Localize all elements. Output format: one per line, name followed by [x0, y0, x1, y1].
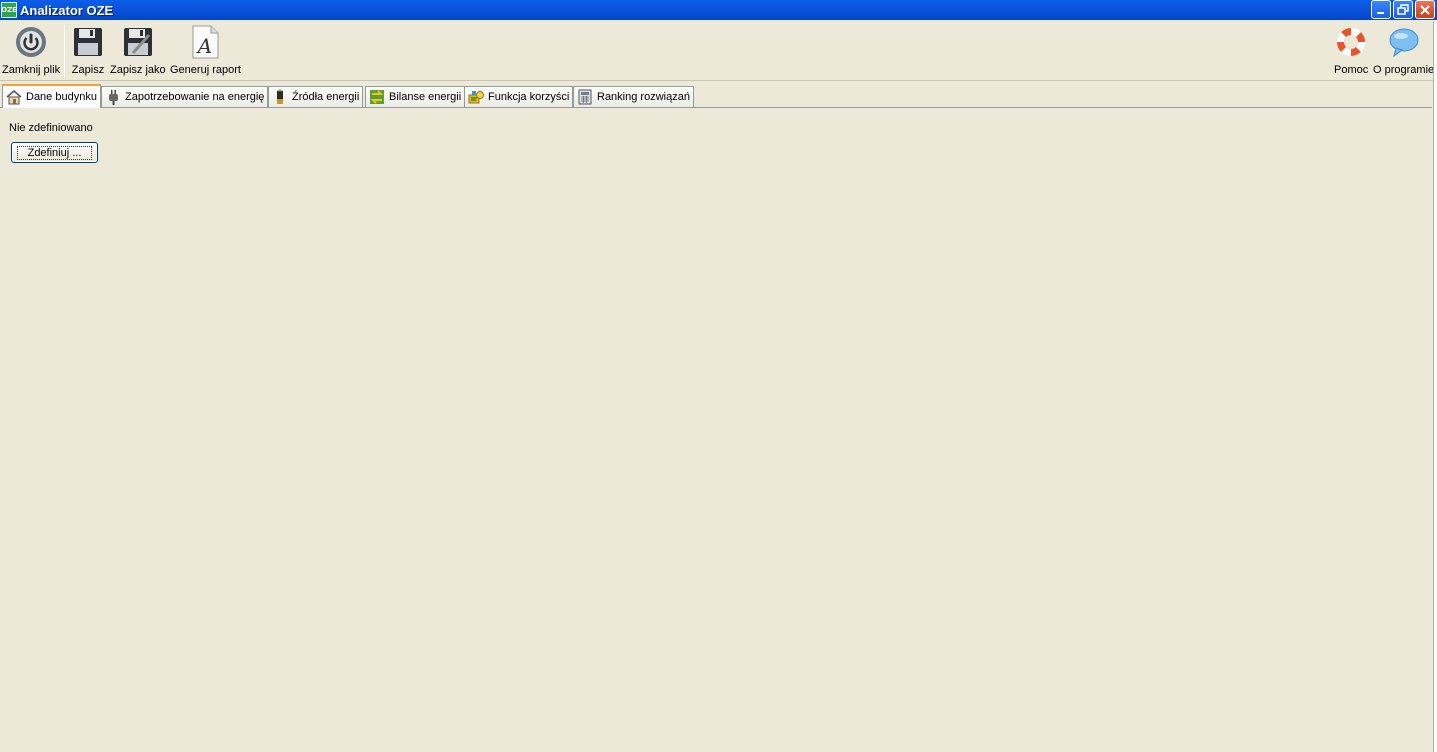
close-file-label: Zamknij plik	[2, 64, 61, 76]
tab-panel-dane-budynku	[0, 107, 1432, 752]
restore-icon	[1397, 3, 1409, 15]
close-icon	[1420, 4, 1430, 15]
battery-icon	[272, 89, 288, 105]
app-logo: OZE	[1, 2, 17, 18]
tab-label: Bilanse energii	[389, 91, 462, 103]
toolbar-separator	[64, 25, 65, 77]
help-label: Pomoc	[1334, 64, 1369, 76]
plug-icon	[105, 89, 121, 105]
tab-zapotrzebowanie[interactable]: Zapotrzebowanie na energię	[101, 86, 269, 107]
toolbar: Zamknij plik Zapisz Zapisz jako A Generu…	[0, 21, 1437, 81]
speech-bubble-icon	[1387, 23, 1421, 61]
tab-bilanse-energii[interactable]: Bilanse energii	[365, 86, 466, 107]
window-title: Analizator OZE	[20, 2, 114, 18]
tab-zrodla-energii[interactable]: Źródła energii	[268, 86, 364, 107]
exchange-arrows-icon	[369, 89, 385, 105]
house-icon	[6, 89, 22, 105]
help-button[interactable]: Pomoc	[1334, 23, 1368, 76]
document-a-icon: A	[188, 23, 222, 61]
svg-text:A: A	[196, 34, 212, 58]
tab-funkcja-korzysci[interactable]: Funkcja korzyści	[464, 86, 574, 107]
about-label: O programie	[1373, 64, 1435, 76]
restore-button[interactable]	[1393, 0, 1413, 19]
tab-label: Funkcja korzyści	[488, 91, 570, 103]
power-icon	[14, 23, 48, 61]
calculator-icon	[577, 89, 593, 105]
save-as-label: Zapisz jako	[110, 64, 166, 76]
generate-report-button[interactable]: A Generuj raport	[170, 23, 241, 76]
minimize-icon	[1377, 11, 1384, 14]
money-icon	[468, 89, 484, 105]
tab-label: Zapotrzebowanie na energię	[125, 91, 265, 103]
save-label: Zapisz	[71, 64, 105, 76]
save-button[interactable]: Zapisz	[71, 23, 105, 76]
window-controls	[1371, 0, 1435, 19]
save-as-button[interactable]: Zapisz jako	[110, 23, 166, 76]
generate-report-label: Generuj raport	[170, 64, 241, 76]
tab-strip: Dane budynku Zapotrzebowanie na energię …	[0, 84, 1432, 108]
tab-label: Źródła energii	[292, 91, 360, 103]
close-window-button[interactable]	[1415, 0, 1435, 19]
tab-label: Ranking rozwiązań	[597, 91, 690, 103]
minimize-button[interactable]	[1371, 0, 1391, 19]
tab-dane-budynku[interactable]: Dane budynku	[2, 84, 101, 108]
window-right-border	[1433, 21, 1437, 752]
title-bar: OZE Analizator OZE	[0, 0, 1437, 20]
floppy-disk-pen-icon	[121, 23, 155, 61]
lifebuoy-icon	[1334, 23, 1368, 61]
define-button[interactable]: Zdefiniuj ...	[11, 142, 98, 163]
floppy-disk-icon	[71, 23, 105, 61]
building-status-text: Nie zdefiniowano	[9, 122, 93, 134]
define-button-label: Zdefiniuj ...	[16, 145, 93, 160]
tab-label: Dane budynku	[26, 91, 97, 103]
tab-ranking-rozwiazan[interactable]: Ranking rozwiązań	[573, 86, 694, 107]
close-file-button[interactable]: Zamknij plik	[2, 23, 60, 76]
about-button[interactable]: O programie	[1373, 23, 1434, 76]
